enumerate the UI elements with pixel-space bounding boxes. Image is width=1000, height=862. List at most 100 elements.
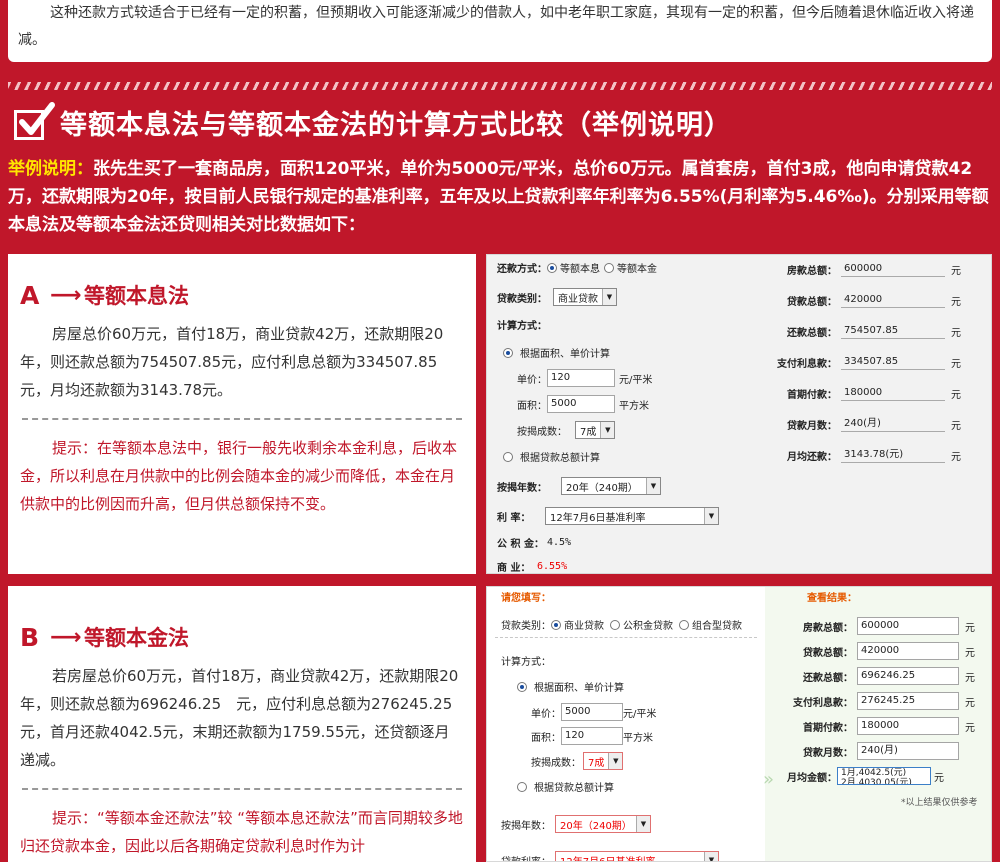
checkmark-icon — [12, 102, 55, 142]
comm-value: 6.55% — [537, 561, 568, 572]
result-value[interactable]: 276245.25 — [857, 692, 959, 710]
result-unit: 元 — [951, 451, 961, 463]
result-value[interactable]: 696246.25 — [857, 667, 959, 685]
years-label: 按揭年数： — [501, 820, 551, 832]
years-select[interactable]: 20年（240期） ▼ — [561, 477, 661, 495]
result-label: 还款总额： — [803, 672, 853, 684]
result-row: 贷款月数： 240(月) — [783, 742, 965, 760]
result-row: 贷款月数： 240(月) 元 — [755, 416, 961, 432]
area-input[interactable]: 120 — [561, 727, 623, 745]
radio-by-area[interactable] — [517, 681, 527, 692]
result-row: 支付利息款： 276245.25 元 — [783, 692, 975, 710]
calculator-a-screenshot: 还款方式： 等额本息 等额本金 贷款类别： 商业贷款 ▼ 计算方式： 根据面积、单… — [486, 254, 992, 574]
divider — [495, 637, 757, 638]
result-unit: 元 — [965, 722, 975, 734]
loan-type-select[interactable]: 商业贷款 ▼ — [553, 288, 617, 306]
result-label: 首期付款： — [803, 722, 853, 734]
arrow-right-icon: ⟶ — [50, 624, 82, 650]
price-unit: 元/平米 — [623, 708, 657, 720]
chevron-down-icon: ▼ — [602, 289, 616, 305]
divider — [22, 418, 462, 420]
rate-value: 12年7月6日基准利率 — [550, 512, 646, 524]
intro-text: 这种还款方式较适合于已经有一定的积蓄，但预期收入可能逐渐减少的借款人，如中老年职… — [18, 5, 974, 48]
years-select[interactable]: 20年（240期） ▼ — [555, 815, 651, 833]
chevron-down-icon: ▼ — [646, 478, 660, 494]
result-unit: 元 — [951, 265, 961, 277]
rate-label: 贷款利率： — [501, 856, 551, 862]
chevron-down-icon: ▼ — [636, 816, 650, 832]
rate-select[interactable]: 12年7月6日基准利率 ▼ — [545, 507, 719, 525]
result-row: 贷款总额： 420000 元 — [755, 292, 961, 308]
result-value[interactable]: 420000 — [857, 642, 959, 660]
chevron-down-icon: ▼ — [704, 508, 718, 524]
result-label: 支付利息款： — [793, 697, 853, 709]
price-label: 单价： — [517, 374, 547, 386]
result-row: 首期付款： 180000 元 — [755, 385, 961, 401]
ratio-select[interactable]: 7成 ▼ — [583, 752, 624, 770]
area-unit: 平方米 — [619, 400, 649, 412]
result-row: 还款总额： 696246.25 元 — [783, 667, 975, 685]
radio-combo[interactable] — [679, 619, 689, 630]
panel-a-text: A ⟶ 等额本息法 房屋总价60万元，首付18万，商业贷款42万，还款期限20年… — [8, 254, 476, 574]
price-input[interactable]: 120 — [547, 369, 615, 387]
by-area-label: 根据面积、单价计算 — [520, 349, 610, 360]
method-label: 计算方式： — [501, 657, 551, 668]
result-row: 首期付款： 180000 元 — [783, 717, 975, 735]
double-chevron-right-icon: » — [763, 769, 775, 790]
monthly-list[interactable]: 1月,4042.5(元) 2月,4030.05(元) — [837, 767, 931, 785]
decorative-stripe — [8, 82, 992, 90]
result-unit: 元 — [951, 358, 961, 370]
result-label: 首期付款： — [787, 389, 837, 401]
result-label: 月均还款： — [787, 451, 837, 463]
result-unit: 元 — [965, 622, 975, 634]
opt1-label: 等额本息 — [560, 264, 600, 275]
radio-by-area[interactable] — [503, 347, 513, 358]
ratio-value: 7成 — [580, 426, 597, 438]
by-total-label: 根据贷款总额计算 — [534, 783, 614, 794]
result-unit: 元 — [965, 647, 975, 659]
result-label: 房款总额： — [803, 622, 853, 634]
area-input[interactable]: 5000 — [547, 395, 615, 413]
panel-a-title: 等额本息法 — [84, 284, 189, 308]
result-label: 房款总额： — [787, 265, 837, 277]
result-unit: 元 — [965, 672, 975, 684]
radio-fund[interactable] — [610, 619, 620, 630]
area-unit: 平方米 — [623, 732, 653, 744]
panel-a-tip: 提示：在等额本息法中，银行一般先收剩余本金利息，后收本金，所以利息在月供款中的比… — [20, 439, 458, 513]
arrow-right-icon: ⟶ — [50, 282, 82, 308]
result-unit: 元 — [951, 296, 961, 308]
result-value: 420000 — [841, 292, 945, 308]
price-label: 单价： — [531, 708, 561, 720]
result-value[interactable]: 240(月) — [857, 742, 959, 760]
radio-equal-principal[interactable] — [604, 262, 614, 273]
result-value: 180000 — [841, 385, 945, 401]
panel-a-desc: 房屋总价60万元，首付18万，商业贷款42万，还款期限20年，则还款总额为754… — [20, 325, 444, 399]
fund-value: 4.5% — [547, 537, 572, 548]
result-row: 支付利息款： 334507.85 元 — [755, 354, 961, 370]
rate-value: 12年7月6日基准利率 — [560, 856, 656, 862]
example-lead: 举例说明： — [8, 159, 93, 179]
radio-by-total[interactable] — [503, 451, 513, 462]
result-unit: 元 — [965, 697, 975, 709]
radio-equal-installment[interactable] — [547, 262, 557, 273]
panel-b-header: B ⟶ 等额本金法 — [20, 622, 464, 652]
example-body: 张先生买了一套商品房，面积120平米，单价为5000元/平米，总价60万元。属首… — [8, 159, 989, 235]
opt3-label: 组合型贷款 — [692, 621, 742, 632]
rate-select[interactable]: 12年7月6日基准利率 ▼ — [555, 851, 719, 862]
chevron-down-icon: ▼ — [704, 852, 718, 861]
price-input[interactable]: 5000 — [561, 703, 623, 721]
monthly-label: 月均金额： — [787, 772, 837, 784]
opt2-label: 公积金贷款 — [623, 621, 673, 632]
radio-by-total[interactable] — [517, 781, 527, 792]
radio-commercial[interactable] — [551, 619, 561, 630]
result-value[interactable]: 180000 — [857, 717, 959, 735]
section-title: 等额本息法与等额本金法的计算方式比较（举例说明） — [12, 102, 732, 142]
example-text: 举例说明：张先生买了一套商品房，面积120平米，单价为5000元/平米，总价60… — [8, 155, 992, 239]
result-value: 600000 — [841, 261, 945, 277]
result-label: 支付利息款： — [777, 358, 837, 370]
method-label: 计算方式： — [497, 321, 547, 332]
ratio-select[interactable]: 7成 ▼ — [575, 421, 616, 439]
result-value[interactable]: 600000 — [857, 617, 959, 635]
fill-title: 请您填写： — [501, 593, 551, 604]
years-value: 20年（240期） — [560, 820, 632, 832]
